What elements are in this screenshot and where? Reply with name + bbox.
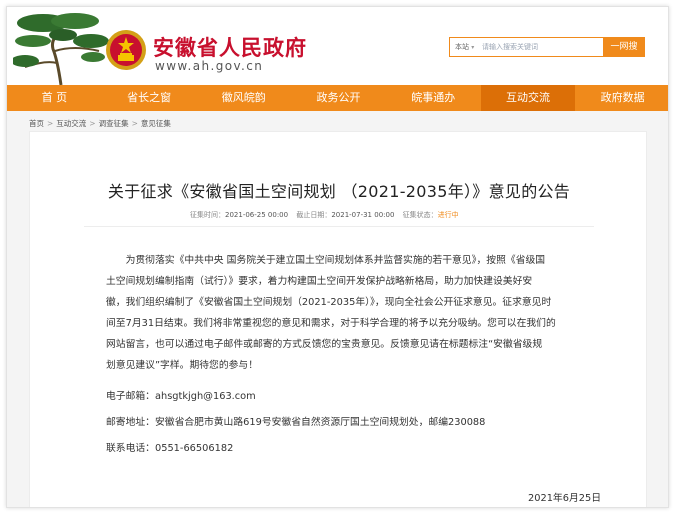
end-time-value: 2021-07-31 00:00 [331, 211, 395, 219]
status-badge: 进行中 [437, 211, 459, 219]
breadcrumb-separator: > [89, 119, 96, 128]
body-line: 间至7月31日结束。我们将非常重视您的意见和需求，对于科学合理的将予以充分吸纳。… [106, 318, 556, 329]
search-scope-select[interactable]: 本站 ▾ [450, 38, 480, 56]
body-line: 网站留言，也可以通过电子邮件或邮寄的方式反馈您的宝贵意见。反馈意见请在标题标注“… [106, 339, 543, 350]
breadcrumb-separator: > [47, 119, 54, 128]
page-frame: 安徽省人民政府 www.ah.gov.cn 本站 ▾ 一网搜 首 页 省长之窗 … [6, 6, 669, 508]
body-line: 为贯彻落实《中共中央 国务院关于建立国土空间规划体系并监督实施的若干意见》，按照… [125, 255, 546, 266]
article: 关于征求《安徽省国土空间规划 （2021-2035年）》意见的公告 征集时间：2… [29, 131, 647, 507]
contact-email: 电子邮箱：ahsgtkjgh@163.com [106, 391, 256, 402]
divider [84, 226, 594, 227]
nav-item-anhui-culture[interactable]: 徽风皖韵 [196, 85, 291, 111]
body-line: 划意见建议”字样。期待您的参与！ [106, 360, 259, 371]
main-nav: 首 页 省长之窗 徽风皖韵 政务公开 皖事通办 互动交流 政府数据 [7, 85, 668, 111]
contact-address: 邮寄地址：安徽省合肥市黄山路619号安徽省自然资源厅国土空间规划处，邮编2300… [106, 417, 486, 428]
article-body: 为贯彻落实《中共中央 国务院关于建立国土空间规划体系并监督实施的若干意见》，按照… [106, 250, 606, 376]
start-time-label: 征集时间： [190, 211, 225, 219]
end-time-label: 截止日期： [296, 211, 332, 219]
site-header: 安徽省人民政府 www.ah.gov.cn 本站 ▾ 一网搜 [7, 7, 668, 85]
search-box: 本站 ▾ 一网搜 [449, 37, 645, 57]
breadcrumb-interaction[interactable]: 互动交流 [56, 119, 86, 128]
search-button[interactable]: 一网搜 [603, 37, 645, 57]
breadcrumb-home[interactable]: 首页 [29, 119, 44, 128]
nav-item-interaction[interactable]: 互动交流 [480, 85, 576, 111]
chevron-down-icon: ▾ [471, 44, 475, 51]
article-meta: 征集时间：2021-06-25 00:00 截止日期：2021-07-31 00… [190, 210, 490, 220]
search-input[interactable] [482, 39, 602, 55]
status-label: 征集状态： [402, 211, 438, 219]
site-url: www.ah.gov.cn [155, 59, 264, 73]
site-title: 安徽省人民政府 [153, 36, 307, 60]
nav-item-home[interactable]: 首 页 [7, 85, 102, 111]
contact-phone: 联系电话：0551-66506182 [106, 443, 234, 454]
nav-item-government-affairs[interactable]: 政务公开 [291, 85, 386, 111]
article-title: 关于征求《安徽省国土空间规划 （2021-2035年）》意见的公告 [107, 182, 571, 201]
body-line: 土空间规划编制指南（试行）》要求，着力构建国土空间开发保护战略新格局，助力加快建… [106, 276, 533, 287]
nav-item-online-services[interactable]: 皖事通办 [386, 85, 481, 111]
publish-date: 2021年6月25日 [528, 493, 602, 504]
pine-tree-logo-icon [13, 13, 109, 85]
nav-item-government-data[interactable]: 政府数据 [575, 85, 668, 111]
breadcrumb-separator: > [131, 119, 138, 128]
body-line: 徽，我们组织编制了《安徽省国土空间规划（2021-2035年）》，现向全社会公开… [106, 297, 552, 308]
nav-item-governor-window[interactable]: 省长之窗 [102, 85, 197, 111]
search-scope-label: 本站 [455, 43, 469, 51]
breadcrumb-survey[interactable]: 调查征集 [99, 119, 129, 128]
breadcrumb-opinion-collection[interactable]: 意见征集 [141, 119, 171, 128]
start-time-value: 2021-06-25 00:00 [225, 211, 289, 219]
national-emblem-icon [106, 30, 146, 70]
breadcrumb: 首页 > 互动交流 > 调查征集 > 意见征集 [29, 118, 171, 129]
